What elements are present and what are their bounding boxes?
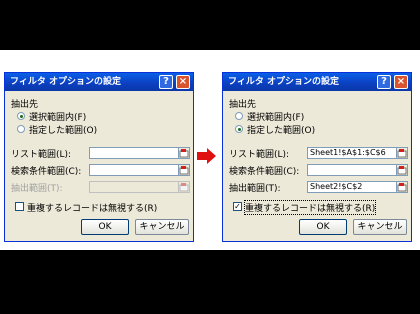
help-icon[interactable]: ? (159, 75, 173, 89)
filter-options-dialog-left: フィルタ オプションの設定 ? × 抽出先 選択範囲内(F) 指定した範囲(O)… (4, 72, 194, 242)
radio-in-place-label: 選択範囲内(F) (247, 113, 305, 123)
extract-section-label: 抽出先 (229, 100, 257, 110)
criteria-range-input[interactable] (89, 164, 179, 176)
close-icon[interactable]: × (176, 75, 190, 89)
unique-records-checkbox[interactable] (15, 202, 24, 211)
cancel-button[interactable]: キャンセル (135, 219, 189, 235)
close-icon[interactable]: × (394, 75, 408, 89)
extract-range-label: 抽出範囲(T): (11, 184, 63, 194)
radio-copy-to[interactable] (235, 125, 243, 133)
range-picker-icon (178, 181, 190, 193)
arrow-right-icon (197, 148, 216, 164)
radio-copy-to-label: 指定した範囲(O) (29, 126, 98, 136)
range-picker-icon[interactable] (178, 147, 190, 159)
extract-range-input[interactable]: Sheet2!$C$2 (307, 181, 397, 193)
cancel-button[interactable]: キャンセル (353, 219, 407, 235)
list-range-label: リスト範囲(L): (11, 150, 72, 160)
range-picker-icon[interactable] (396, 147, 408, 159)
unique-records-label: 重複するレコードは無視する(R) (27, 204, 158, 214)
radio-copy-to[interactable] (17, 125, 25, 133)
dialog-title-bar: フィルタ オプションの設定 ? × (5, 73, 193, 91)
list-range-input[interactable]: Sheet1!$A$1:$C$6 (307, 147, 397, 159)
criteria-range-label: 検索条件範囲(C): (11, 167, 82, 177)
unique-records-label: 重複するレコードは無視する(R) (243, 200, 377, 215)
filter-options-dialog-right: フィルタ オプションの設定 ? × 抽出先 選択範囲内(F) 指定した範囲(O)… (222, 72, 412, 242)
radio-in-place-label: 選択範囲内(F) (29, 113, 87, 123)
dialog-title-bar: フィルタ オプションの設定 ? × (223, 73, 411, 91)
extract-range-label: 抽出範囲(T): (229, 184, 281, 194)
extract-section-label: 抽出先 (11, 100, 39, 110)
ok-button[interactable]: OK (299, 219, 347, 235)
list-range-label: リスト範囲(L): (229, 150, 290, 160)
ok-button[interactable]: OK (81, 219, 129, 235)
range-picker-icon[interactable] (396, 164, 408, 176)
unique-records-checkbox[interactable]: ✓ (233, 202, 242, 211)
criteria-range-label: 検索条件範囲(C): (229, 167, 300, 177)
dialog-title: フィルタ オプションの設定 (228, 77, 339, 87)
list-range-input[interactable] (89, 147, 179, 159)
help-icon[interactable]: ? (377, 75, 391, 89)
dialog-title: フィルタ オプションの設定 (10, 77, 121, 87)
radio-copy-to-label: 指定した範囲(O) (247, 126, 316, 136)
range-picker-icon[interactable] (396, 181, 408, 193)
range-picker-icon[interactable] (178, 164, 190, 176)
radio-in-place[interactable] (17, 112, 25, 120)
criteria-range-input[interactable] (307, 164, 397, 176)
extract-range-input (89, 181, 179, 193)
radio-in-place[interactable] (235, 112, 243, 120)
